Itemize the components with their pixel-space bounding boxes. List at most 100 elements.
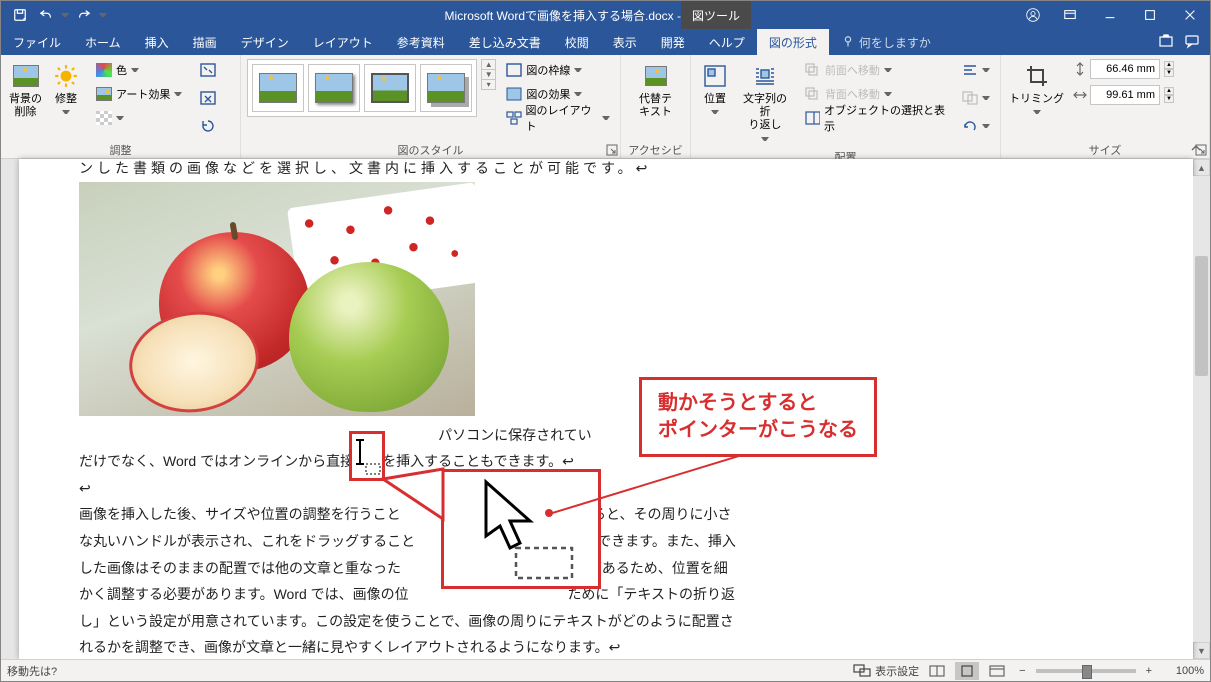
style-thumb[interactable] — [308, 64, 360, 112]
inserted-image-apples[interactable] — [79, 182, 475, 416]
statusbar: 移動先は? 表示設定 − + 100% — [1, 659, 1210, 681]
group-picture-styles: ▲▼▾ 図の枠線 図の効果 図のレイアウト 図のスタイル — [241, 55, 621, 158]
rotate-button[interactable] — [958, 115, 994, 137]
text-line: れるかを調整でき、画像が文章と一緒に見やすくレイアウトされるようになります。 — [79, 639, 609, 655]
crop-button[interactable]: トリミング — [1007, 59, 1066, 118]
account-icon[interactable] — [1016, 1, 1050, 29]
change-picture-button[interactable] — [196, 87, 220, 109]
tab-home[interactable]: ホーム — [73, 29, 133, 55]
redo-icon[interactable] — [73, 4, 95, 26]
color-button[interactable]: 色 — [92, 59, 186, 81]
chevron-down-icon — [131, 66, 139, 74]
text-line: し」という設定が用意されています。この設定を使うことで、画像の周りにテキストがど… — [79, 608, 1133, 635]
minimize-button[interactable] — [1090, 1, 1130, 29]
chevron-down-icon — [62, 108, 70, 116]
tab-references[interactable]: 参考資料 — [385, 29, 457, 55]
style-thumb[interactable] — [420, 64, 472, 112]
tell-me-search[interactable]: 何をしますか — [841, 29, 931, 55]
web-layout-button[interactable] — [985, 662, 1009, 680]
page-content: ンした書類の画像などを選択し、文書内に挿入することが可能です。↩ だけでなく、W… — [79, 159, 1133, 659]
annotation-bubble-line1: 動かそうとすると — [658, 390, 858, 417]
group-size-label: サイズ — [1001, 142, 1209, 158]
maximize-button[interactable] — [1130, 1, 1170, 29]
contextual-tab-picture-tools: 図ツール — [681, 1, 751, 29]
tab-view[interactable]: 表示 — [601, 29, 649, 55]
titlebar-right-controls — [1016, 1, 1210, 29]
alt-text-button[interactable]: 代替テ キスト — [637, 59, 674, 121]
chevron-down-icon — [174, 90, 182, 98]
text-line: ンした書類の画像などを選択し、文書内に挿入することが可能です。 — [79, 160, 636, 176]
corrections-button[interactable]: 修整 — [48, 59, 84, 118]
zoom-level[interactable]: 100% — [1162, 665, 1204, 677]
remove-background-button[interactable]: 背景の 削除 — [7, 59, 44, 121]
style-thumb[interactable] — [364, 64, 416, 112]
picture-layout-button[interactable]: 図のレイアウト — [502, 107, 614, 129]
width-spinner[interactable]: ▲▼ — [1164, 87, 1174, 103]
display-settings-button[interactable]: 表示設定 — [853, 663, 919, 679]
ribbon-tabs: ファイル ホーム 挿入 描画 デザイン レイアウト 参考資料 差し込み文書 校閲… — [1, 29, 1210, 55]
tab-insert[interactable]: 挿入 — [133, 29, 181, 55]
group-size: トリミング 66.46 mm ▲▼ 99.61 mm ▲▼ サイズ — [1001, 55, 1210, 158]
remove-bg-label: 背景の 削除 — [9, 93, 42, 119]
tab-developer[interactable]: 開発 — [649, 29, 697, 55]
group-adjust-label: 調整 — [1, 142, 240, 158]
zoom-slider[interactable] — [1036, 669, 1136, 673]
autosave-icon[interactable] — [9, 4, 31, 26]
group-styles-label: 図のスタイル — [241, 142, 620, 158]
zoom-out-button[interactable]: − — [1015, 665, 1029, 677]
height-input[interactable]: 66.46 mm — [1090, 59, 1160, 79]
document-page[interactable]: ンした書類の画像などを選択し、文書内に挿入することが可能です。↩ だけでなく、W… — [19, 159, 1193, 659]
close-button[interactable] — [1170, 1, 1210, 29]
zoom-in-button[interactable]: + — [1142, 665, 1156, 677]
group-button — [958, 87, 994, 109]
height-spinner[interactable]: ▲▼ — [1164, 61, 1174, 77]
tab-draw[interactable]: 描画 — [181, 29, 229, 55]
share-icon[interactable] — [1158, 33, 1174, 52]
align-button[interactable] — [958, 59, 994, 81]
quick-access-toolbar — [1, 4, 115, 26]
style-thumb[interactable] — [252, 64, 304, 112]
read-mode-button[interactable] — [925, 662, 949, 680]
tab-layout[interactable]: レイアウト — [301, 29, 385, 55]
tab-file[interactable]: ファイル — [1, 29, 73, 55]
tab-mailings[interactable]: 差し込み文書 — [457, 29, 553, 55]
height-icon — [1072, 61, 1088, 77]
group-adjust: 背景の 削除 修整 色 アート効果 調整 — [1, 55, 241, 158]
artistic-effects-button[interactable]: アート効果 — [92, 83, 186, 105]
tab-help[interactable]: ヘルプ — [697, 29, 757, 55]
print-layout-button[interactable] — [955, 662, 979, 680]
picture-styles-gallery[interactable] — [247, 59, 477, 117]
qat-customize-dropdown[interactable] — [99, 11, 107, 19]
document-area: ンした書類の画像などを選択し、文書内に挿入することが可能です。↩ だけでなく、W… — [1, 159, 1210, 659]
corrections-label: 修整 — [55, 93, 77, 106]
scroll-track[interactable] — [1193, 176, 1210, 642]
style-gallery-nav[interactable]: ▲▼▾ — [481, 59, 496, 90]
reset-picture-button[interactable] — [196, 115, 220, 137]
picture-border-button[interactable]: 図の枠線 — [502, 59, 614, 81]
collapse-ribbon-icon[interactable] — [1188, 140, 1204, 156]
tab-review[interactable]: 校閲 — [553, 29, 601, 55]
compress-pictures-button[interactable] — [196, 59, 220, 81]
vertical-scrollbar[interactable]: ▲ ▼ — [1193, 159, 1210, 659]
selection-pane-button[interactable]: オブジェクトの選択と表示 — [801, 107, 952, 129]
undo-icon[interactable] — [35, 4, 57, 26]
ribbon-display-options-icon[interactable] — [1050, 1, 1090, 29]
scroll-up-button[interactable]: ▲ — [1193, 159, 1210, 176]
undo-dropdown[interactable] — [61, 11, 69, 19]
group-arrange: 位置 文字列の折 り返し 前面へ移動 背面へ移動 オブジェクトの選択と表示 配置 — [691, 55, 1001, 158]
titlebar: Microsoft Wordで画像を挿入する場合.docx - Word 図ツー… — [1, 1, 1210, 29]
bring-forward-button: 前面へ移動 — [801, 59, 952, 81]
dialog-launcher-icon[interactable] — [606, 144, 618, 156]
text-line: パソコンに保存されてい — [438, 427, 592, 443]
transparency-button[interactable] — [92, 107, 186, 129]
tab-design[interactable]: デザイン — [229, 29, 301, 55]
scroll-thumb[interactable] — [1195, 256, 1208, 376]
width-input[interactable]: 99.61 mm — [1090, 85, 1160, 105]
scroll-down-button[interactable]: ▼ — [1193, 642, 1210, 659]
position-button[interactable]: 位置 — [697, 59, 733, 118]
annotation-bubble-line2: ポインターがこうなる — [658, 417, 858, 444]
wrap-text-button[interactable]: 文字列の折 り返し — [737, 59, 793, 145]
ribbon: 背景の 削除 修整 色 アート効果 調整 — [1, 55, 1210, 159]
comments-icon[interactable] — [1184, 33, 1200, 52]
tab-picture-format[interactable]: 図の形式 — [757, 29, 829, 55]
